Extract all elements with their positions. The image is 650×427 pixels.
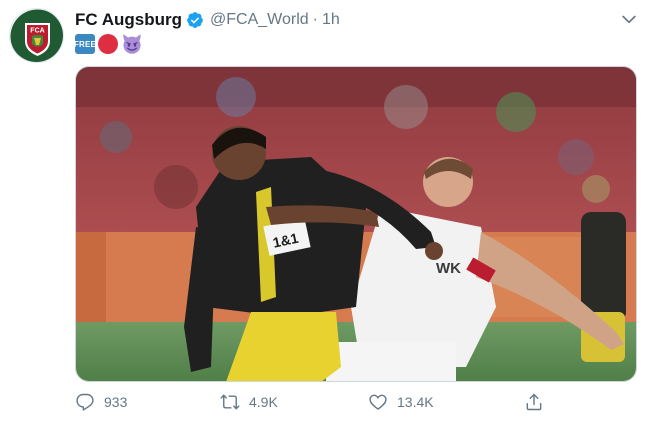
reply-count: 933 (104, 394, 128, 410)
author-name[interactable]: FC Augsburg (75, 10, 182, 30)
chevron-down-icon[interactable] (619, 9, 639, 29)
photo-of-two-footballers: WK 1&1 (76, 67, 636, 381)
separator-dot: · (312, 11, 318, 28)
retweet-icon (220, 394, 240, 410)
smiling-devil-emoji (123, 34, 141, 54)
red-circle-emoji (98, 34, 118, 54)
like-count: 13.4K (397, 394, 434, 410)
tweet-text: FREE (74, 33, 143, 55)
reply-icon (76, 393, 94, 411)
tweet-actions: 933 4.9K 13.4K (75, 392, 555, 416)
fc-augsburg-crest-icon: FCA (10, 9, 63, 62)
retweet-button[interactable]: 4.9K (220, 392, 278, 412)
share-icon (526, 393, 542, 411)
avatar[interactable]: FCA (9, 8, 64, 63)
tweet-header: FC Augsburg @FCA_World · 1h (75, 9, 340, 31)
retweet-count: 4.9K (249, 394, 278, 410)
like-button[interactable]: 13.4K (368, 392, 434, 412)
white-shirt-sponsor: WK (436, 260, 461, 277)
free-button-emoji: FREE (74, 34, 96, 54)
tweet-photo[interactable]: WK 1&1 (75, 66, 637, 382)
avatar-text: FCA (30, 28, 44, 35)
timestamp[interactable]: 1h (322, 11, 340, 29)
author-handle[interactable]: @FCA_World (210, 11, 309, 29)
verified-badge-icon (187, 12, 203, 28)
share-button[interactable] (524, 392, 544, 412)
heart-icon (369, 394, 387, 410)
reply-button[interactable]: 933 (75, 392, 127, 412)
